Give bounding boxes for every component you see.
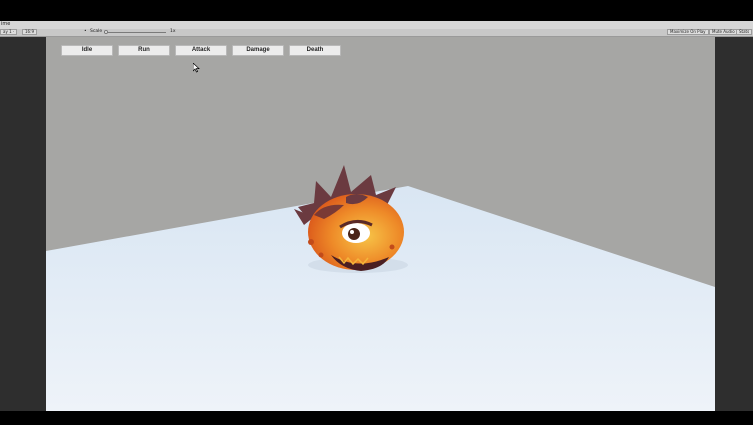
aspect-ratio-dropdown[interactable]: 16:9 (22, 29, 37, 35)
mute-audio-toggle[interactable]: Mute Audio (709, 29, 738, 35)
game-tab[interactable]: ime (1, 21, 10, 28)
creature-eye-highlight (350, 230, 354, 234)
creature-eye-iris (348, 228, 360, 240)
letterbox-right (715, 37, 753, 411)
game-view-toolbar: ay 1 · 16:9 • Scale 1x Maximize On Play … (0, 29, 753, 37)
death-button[interactable]: Death (289, 45, 341, 56)
idle-button[interactable]: Idle (61, 45, 113, 56)
bottom-black-bar (0, 411, 753, 425)
game-viewport[interactable]: Idle Run Attack Damage Death (46, 37, 715, 411)
attack-button[interactable]: Attack (175, 45, 227, 56)
game-scene (46, 37, 715, 411)
stats-toggle[interactable]: Stats (736, 29, 753, 35)
maximize-on-play-toggle[interactable]: Maximize On Play (667, 29, 709, 35)
damage-button[interactable]: Damage (232, 45, 284, 56)
mouse-pointer-icon (193, 63, 200, 73)
scale-label: Scale (90, 29, 103, 34)
top-black-bar (0, 0, 753, 21)
run-button[interactable]: Run (118, 45, 170, 56)
scale-slider[interactable] (104, 32, 166, 33)
display-dropdown[interactable]: ay 1 · (0, 29, 18, 35)
letterbox-left (0, 37, 46, 411)
scale-dot-icon: • (84, 29, 87, 34)
creature-freckle (308, 239, 314, 245)
scale-value: 1x (170, 29, 176, 34)
creature-freckle (389, 244, 395, 250)
creature-freckle (318, 252, 324, 258)
scale-slider-knob[interactable] (104, 30, 108, 34)
